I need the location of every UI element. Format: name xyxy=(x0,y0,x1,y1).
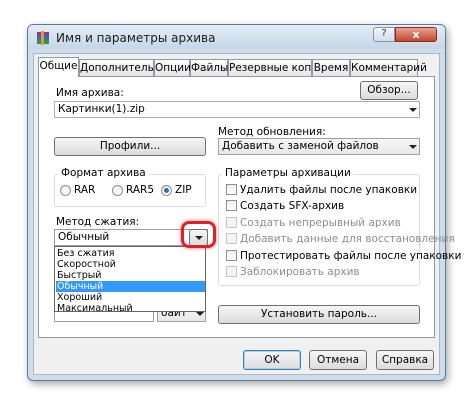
archive-format-legend: Формат архива xyxy=(58,167,149,179)
compression-method-label: Метод сжатия: xyxy=(56,216,140,228)
format-rar-label[interactable]: RAR xyxy=(74,184,95,196)
archive-name-input[interactable]: Картинки(1).zip xyxy=(54,101,420,118)
test-files-label[interactable]: Протестировать файлы после упаковки xyxy=(240,250,461,262)
tab-general[interactable]: Общие xyxy=(38,57,79,77)
list-item-selected[interactable]: Обычный xyxy=(56,281,205,292)
format-rar5-label[interactable]: RAR5 xyxy=(126,184,154,196)
tab-time[interactable]: Время xyxy=(312,59,350,76)
tab-advanced[interactable]: Дополнительно xyxy=(79,59,167,76)
tab-backup[interactable]: Резервные копии xyxy=(228,59,325,76)
help-button[interactable]: Справка xyxy=(376,350,434,370)
list-item[interactable]: Быстрый xyxy=(56,270,205,281)
test-files-checkbox[interactable] xyxy=(226,250,237,261)
tab-files[interactable]: Файлы xyxy=(190,59,228,76)
solid-archive-checkbox xyxy=(226,217,237,228)
list-item[interactable]: Без сжатия xyxy=(56,248,205,259)
list-item[interactable]: Скоростной xyxy=(56,259,205,270)
delete-files-checkbox[interactable] xyxy=(226,184,237,195)
tab-options[interactable]: Опции xyxy=(154,59,191,76)
window-title: Имя и параметры архива xyxy=(56,31,216,45)
format-zip-radio[interactable] xyxy=(161,185,172,196)
list-item[interactable]: Хороший xyxy=(56,292,205,303)
lock-archive-label: Заблокировать архив xyxy=(240,266,360,278)
compression-method-value: Обычный xyxy=(58,231,110,243)
set-password-button[interactable]: Установить пароль... xyxy=(218,305,420,324)
update-method-value: Добавить с заменой файлов xyxy=(222,140,379,152)
close-button[interactable]: x xyxy=(395,27,437,42)
archive-name-history-chevron-icon[interactable] xyxy=(409,108,417,112)
winrar-app-icon xyxy=(37,31,49,45)
archive-name-label: Имя архива: xyxy=(56,87,124,99)
tab-comment[interactable]: Комментарий xyxy=(350,59,427,76)
lock-archive-checkbox xyxy=(226,266,237,277)
update-method-chevron-down-icon xyxy=(409,145,417,149)
compression-options-list[interactable]: Без сжатия Скоростной Быстрый Обычный Хо… xyxy=(54,246,206,314)
format-rar-radio[interactable] xyxy=(60,185,71,196)
archive-params-legend: Параметры архивации xyxy=(222,167,354,179)
cancel-button[interactable]: Отмена xyxy=(309,350,367,370)
solid-archive-label: Создать непрерывный архив xyxy=(240,217,401,229)
minimize-button[interactable]: ? xyxy=(373,27,395,42)
create-sfx-checkbox[interactable] xyxy=(226,200,237,211)
update-method-label: Метод обновления: xyxy=(218,126,326,138)
profiles-button[interactable]: Профили... xyxy=(54,137,206,156)
archive-name-value: Картинки(1).zip xyxy=(58,103,145,115)
delete-files-label[interactable]: Удалить файлы после упаковки xyxy=(240,184,417,196)
ok-button[interactable]: OK xyxy=(243,350,301,370)
format-rar5-radio[interactable] xyxy=(112,185,123,196)
update-method-select[interactable]: Добавить с заменой файлов xyxy=(218,138,420,155)
recovery-record-checkbox xyxy=(226,233,237,244)
format-zip-label[interactable]: ZIP xyxy=(175,184,192,196)
list-item[interactable]: Максимальный xyxy=(56,303,205,314)
create-sfx-label[interactable]: Создать SFX-архив xyxy=(240,200,344,212)
browse-button[interactable]: Обзор... xyxy=(360,81,418,100)
dropdown-highlight-marker xyxy=(181,221,216,248)
recovery-record-label: Добавить данные для восстановления xyxy=(240,233,455,245)
